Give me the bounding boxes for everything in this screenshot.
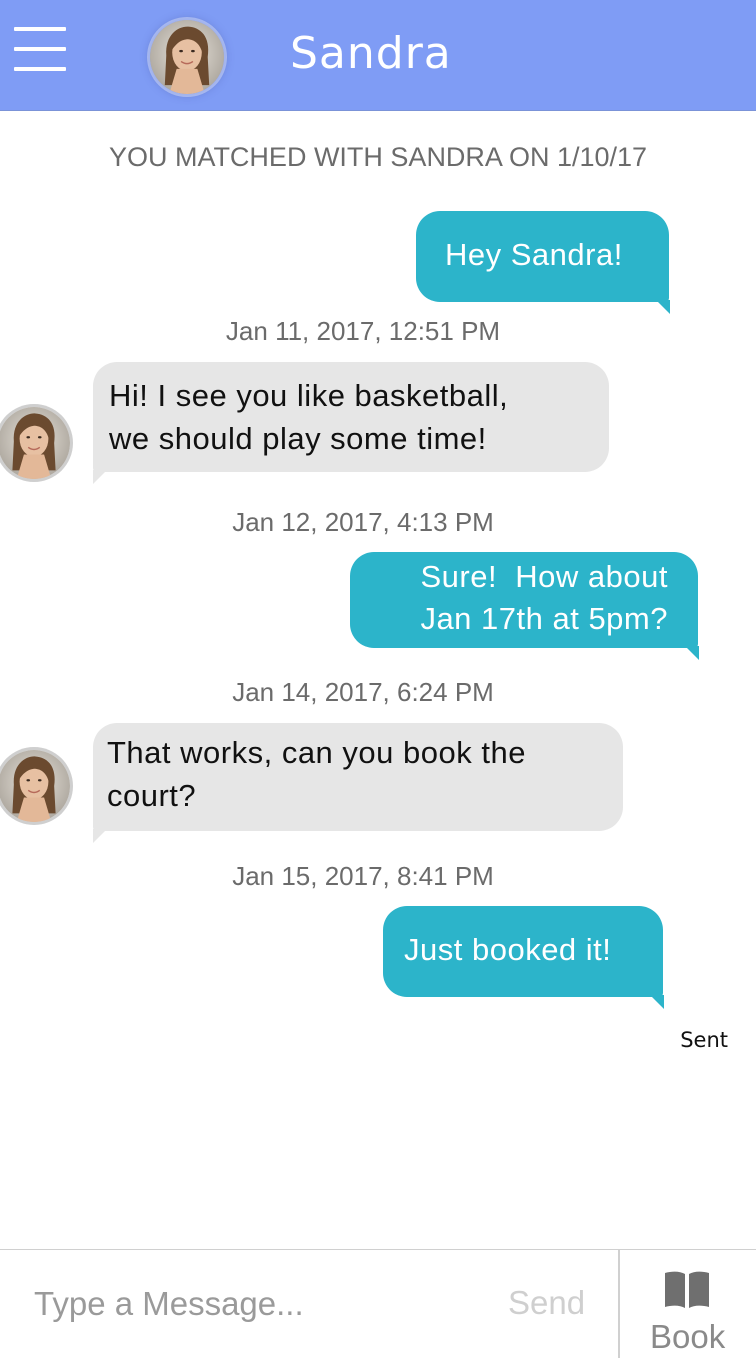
sent-status: Sent bbox=[680, 1028, 728, 1052]
book-button[interactable]: Book bbox=[620, 1250, 756, 1358]
send-button[interactable]: Send bbox=[508, 1284, 585, 1322]
message-timestamp: Jan 11, 2017, 12:51 PM bbox=[225, 316, 501, 346]
message-line: That works, can you book the bbox=[107, 735, 526, 770]
outgoing-message: Hey Sandra! bbox=[416, 211, 670, 314]
message-timestamp: Jan 14, 2017, 6:24 PM bbox=[232, 677, 494, 707]
incoming-message: Hi! I see you like basketball, we should… bbox=[93, 362, 609, 484]
message-line: Sure! How about bbox=[420, 559, 668, 594]
contact-name: Sandra bbox=[290, 28, 452, 79]
message-text: Just booked it! bbox=[404, 932, 612, 967]
match-banner: YOU MATCHED WITH SANDRA ON 1/10/17 bbox=[108, 142, 648, 172]
message-line: we should play some time! bbox=[109, 421, 487, 456]
message-timestamp: Jan 15, 2017, 8:41 PM bbox=[232, 861, 494, 891]
message-text: Hey Sandra! bbox=[445, 237, 623, 272]
avatar[interactable] bbox=[150, 20, 224, 94]
message-input[interactable] bbox=[0, 1250, 500, 1358]
outgoing-message: Just booked it! bbox=[383, 906, 665, 1009]
book-label: Book bbox=[650, 1318, 726, 1355]
message-line: Hi! I see you like basketball, bbox=[109, 378, 509, 413]
message-line: Jan 17th at 5pm? bbox=[420, 601, 668, 636]
message-composer: Send Book bbox=[0, 1249, 756, 1358]
message-timestamp: Jan 12, 2017, 4:13 PM bbox=[232, 507, 494, 537]
chat-header: Sandra bbox=[0, 0, 756, 111]
message-line: court? bbox=[107, 778, 197, 813]
hamburger-menu-icon[interactable] bbox=[14, 27, 66, 75]
avatar[interactable] bbox=[0, 407, 70, 479]
open-book-icon bbox=[665, 1271, 709, 1308]
avatar[interactable] bbox=[0, 750, 70, 822]
incoming-message: That works, can you book the court? bbox=[93, 723, 623, 843]
outgoing-message: Sure! How about Jan 17th at 5pm? bbox=[350, 552, 699, 660]
